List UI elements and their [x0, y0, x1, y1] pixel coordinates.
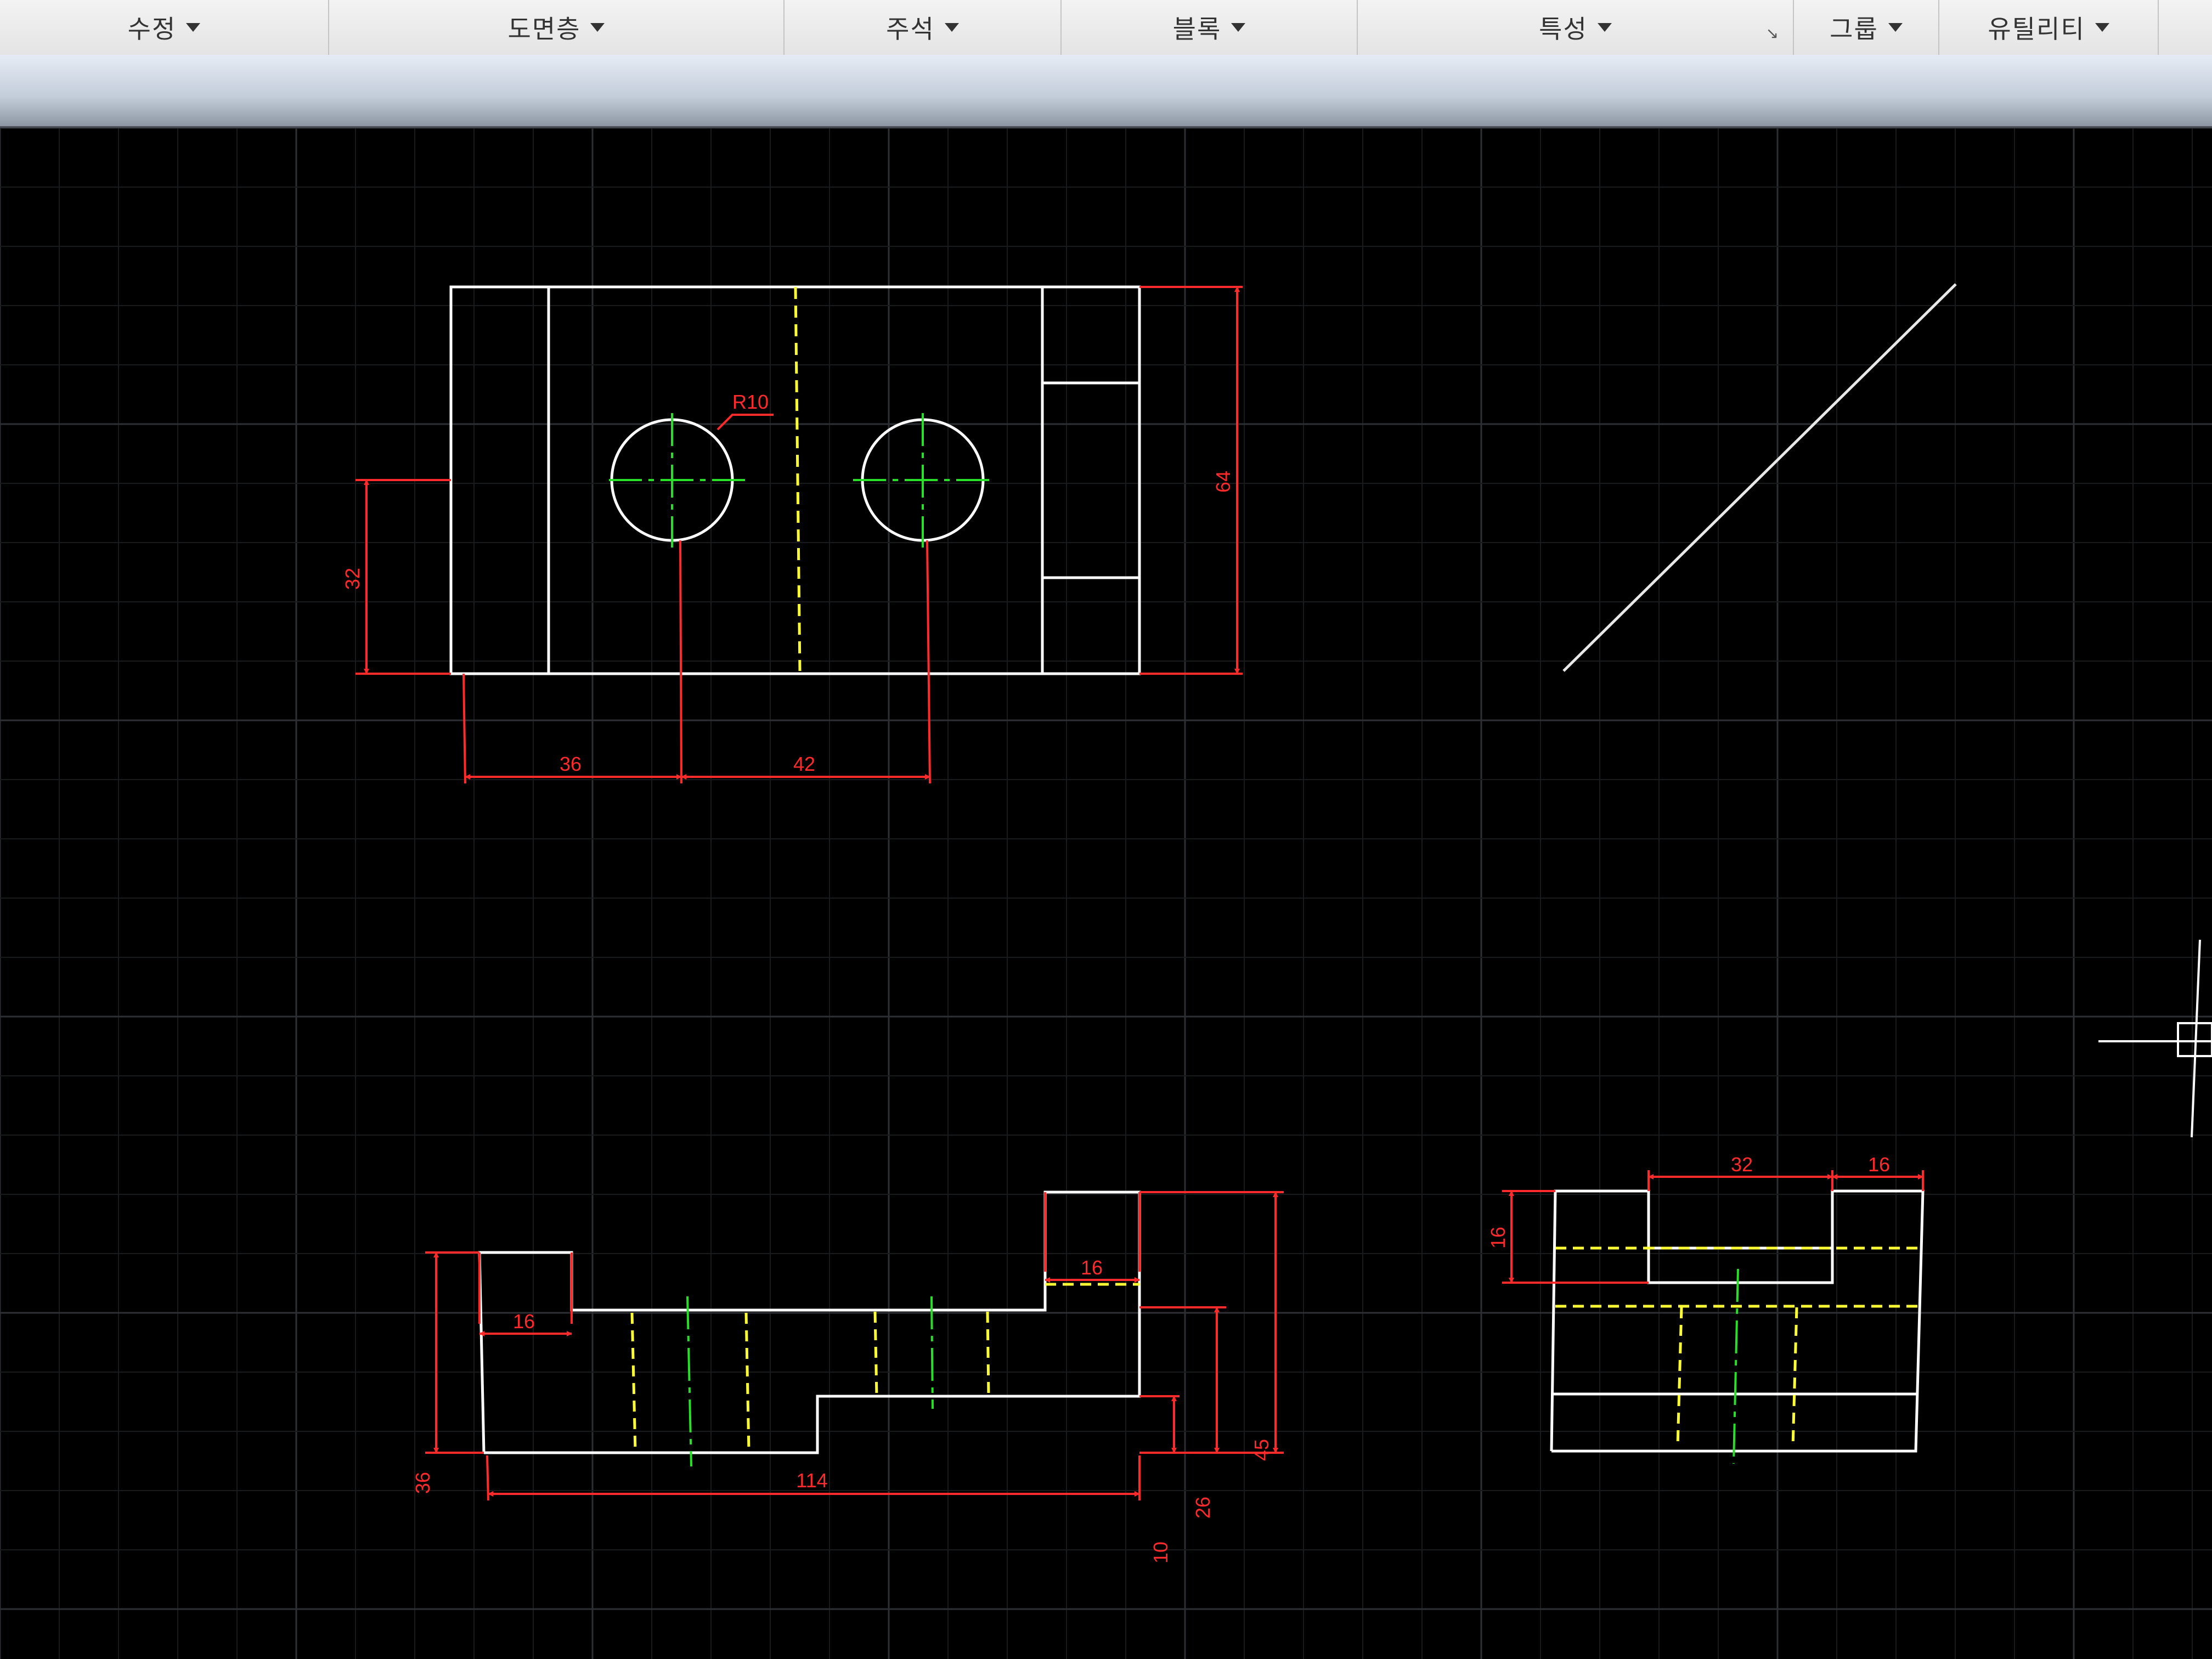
hidden-line [873, 1311, 878, 1397]
radius-leader [716, 414, 774, 431]
center-line [930, 1296, 934, 1409]
front-view-outline [478, 1190, 1141, 1454]
panel-properties[interactable]: 특성 ↘ [1358, 0, 1794, 55]
panel-modify[interactable]: 수정 [0, 0, 329, 55]
side-view-dimensions [1502, 1170, 1924, 1284]
chevron-down-icon[interactable] [186, 23, 201, 32]
dim-right-height-label: 45 [1250, 1439, 1273, 1461]
chevron-down-icon[interactable] [590, 23, 605, 32]
extension-line [926, 540, 931, 784]
panel-label-properties: 특성 [1539, 14, 1588, 44]
front-view [478, 1190, 1141, 1454]
panel-label-layers: 도면층 [507, 14, 581, 44]
cad-drawing: R10 64 32 36 42 16 16 36 45 26 10 114 32… [0, 128, 2212, 1659]
front-view-dimensions [425, 1191, 1284, 1501]
panel-label-annotation: 주석 [886, 14, 935, 44]
top-view-centerlines [609, 413, 996, 548]
hidden-line [794, 286, 802, 672]
construction-line [1562, 283, 1957, 672]
ribbon: 수정 도면층 주석 블록 특성 ↘ 그룹 유틸리티 [0, 0, 2212, 56]
chevron-down-icon[interactable] [944, 23, 959, 32]
chevron-down-icon[interactable] [2095, 23, 2109, 32]
side-view-centerlines [1733, 1268, 1739, 1464]
dim-radius-label: R10 [732, 391, 769, 413]
center-line [686, 1296, 692, 1467]
chevron-down-icon[interactable] [1597, 23, 1612, 32]
hidden-line [630, 1312, 637, 1452]
dim-mid-height-label: 26 [1192, 1497, 1214, 1519]
extension-line [462, 673, 466, 784]
panel-block[interactable]: 블록 [1062, 0, 1358, 55]
panel-utilities[interactable]: 유틸리티 [1939, 0, 2159, 55]
drawing-canvas[interactable]: R10 64 32 36 42 16 16 36 45 26 10 114 32… [0, 128, 2212, 1659]
ribbon-bottom-strip [0, 55, 2212, 128]
hidden-line [744, 1312, 751, 1452]
panel-label-modify: 수정 [127, 14, 177, 44]
panel-layers[interactable]: 도면층 [329, 0, 785, 55]
dim-left-height-label: 36 [411, 1472, 434, 1494]
chevron-down-icon[interactable] [1888, 23, 1903, 32]
panel-label-utilities: 유틸리티 [1988, 14, 2085, 44]
chevron-down-icon[interactable] [1231, 23, 1246, 32]
panel-annotation[interactable]: 주석 [785, 0, 1062, 55]
crosshair-vertical [2191, 939, 2201, 1138]
front-view-centerlines [686, 1296, 934, 1467]
hidden-line [1676, 1307, 1683, 1448]
panel-label-block: 블록 [1172, 14, 1222, 44]
hidden-line [986, 1311, 990, 1397]
dim-left-step-label: 16 [513, 1310, 535, 1333]
side-view-hidden [1555, 1246, 1923, 1448]
panel-launcher-icon[interactable]: ↘ [1766, 24, 1779, 42]
dim-hole-height-label: 32 [341, 568, 364, 590]
dim-right-step-label: 16 [1081, 1256, 1103, 1279]
panel-label-groups: 그룹 [1830, 14, 1878, 44]
crosshair-cursor-icon [2098, 939, 2212, 1138]
center-line [1733, 1268, 1739, 1464]
dim-height-total-label: 64 [1212, 471, 1234, 493]
panel-groups[interactable]: 그룹 [1794, 0, 1939, 55]
dim-length-label: 114 [796, 1469, 827, 1492]
dim-wall-label: 16 [1868, 1153, 1890, 1176]
dim-hole1-x-label: 36 [560, 753, 582, 775]
extension-line [679, 540, 682, 784]
dim-slot-width-label: 32 [1731, 1153, 1753, 1176]
hidden-line [1791, 1307, 1798, 1448]
top-view-hidden [794, 286, 802, 672]
dim-slot-depth-label: 16 [1487, 1227, 1509, 1249]
dim-bottom-height-label: 10 [1149, 1542, 1172, 1564]
dim-hole-spacing-label: 42 [793, 753, 815, 775]
extension-line [486, 1455, 489, 1501]
